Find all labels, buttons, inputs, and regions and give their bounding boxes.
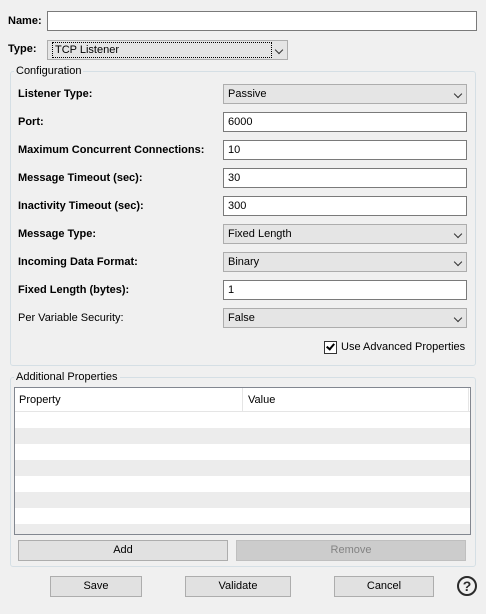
message-type-select[interactable]: Fixed Length [223,224,467,244]
checkmark-icon [326,341,335,351]
fixed-length-label: Fixed Length (bytes): [18,284,130,296]
fixed-length-input[interactable]: 1 [223,280,467,300]
message-timeout-input[interactable]: 30 [223,168,467,188]
max-connections-input[interactable]: 10 [223,140,467,160]
per-variable-security-label: Per Variable Security: [18,312,124,324]
save-button[interactable]: Save [50,576,142,597]
help-icon[interactable]: ? [457,576,477,596]
use-advanced-checkbox[interactable] [324,341,337,354]
name-input[interactable] [47,11,477,31]
properties-table[interactable]: Property Value [14,387,471,535]
chevron-down-icon [453,89,463,99]
per-variable-security-value: False [228,312,255,324]
table-row [15,476,470,492]
remove-button[interactable]: Remove [236,540,466,561]
message-type-label: Message Type: [18,228,97,240]
incoming-format-label: Incoming Data Format: [18,256,138,268]
table-header: Property Value [15,388,470,412]
additional-properties-legend: Additional Properties [14,371,120,383]
table-row [15,508,470,524]
table-row [15,524,470,534]
add-button[interactable]: Add [18,540,228,561]
message-type-value: Fixed Length [228,228,292,240]
chevron-down-icon [453,229,463,239]
table-row [15,444,470,460]
table-row [15,460,470,476]
table-row [15,492,470,508]
port-label: Port: [18,116,44,128]
inactivity-timeout-input[interactable]: 300 [223,196,467,216]
incoming-format-select[interactable]: Binary [223,252,467,272]
use-advanced-label[interactable]: Use Advanced Properties [341,341,465,353]
port-input[interactable]: 6000 [223,112,467,132]
type-select-value: TCP Listener [52,42,272,58]
validate-button[interactable]: Validate [185,576,291,597]
name-label: Name: [8,15,42,27]
table-row [15,428,470,444]
cancel-button[interactable]: Cancel [334,576,434,597]
column-divider [242,388,243,412]
configuration-legend: Configuration [14,65,84,77]
chevron-down-icon [453,313,463,323]
listener-type-value: Passive [228,88,267,100]
chevron-down-icon [453,257,463,267]
per-variable-security-select[interactable]: False [223,308,467,328]
type-select[interactable]: TCP Listener [47,40,288,60]
message-timeout-label: Message Timeout (sec): [18,172,143,184]
incoming-format-value: Binary [228,256,260,268]
listener-type-label: Listener Type: [18,88,93,100]
type-label: Type: [8,43,37,55]
listener-type-select[interactable]: Passive [223,84,467,104]
chevron-down-icon [274,45,284,55]
table-row [15,412,470,428]
inactivity-timeout-label: Inactivity Timeout (sec): [18,200,144,212]
column-header-value[interactable]: Value [248,394,275,406]
max-connections-label: Maximum Concurrent Connections: [18,144,205,156]
column-header-property[interactable]: Property [19,394,61,406]
column-divider [468,388,469,412]
